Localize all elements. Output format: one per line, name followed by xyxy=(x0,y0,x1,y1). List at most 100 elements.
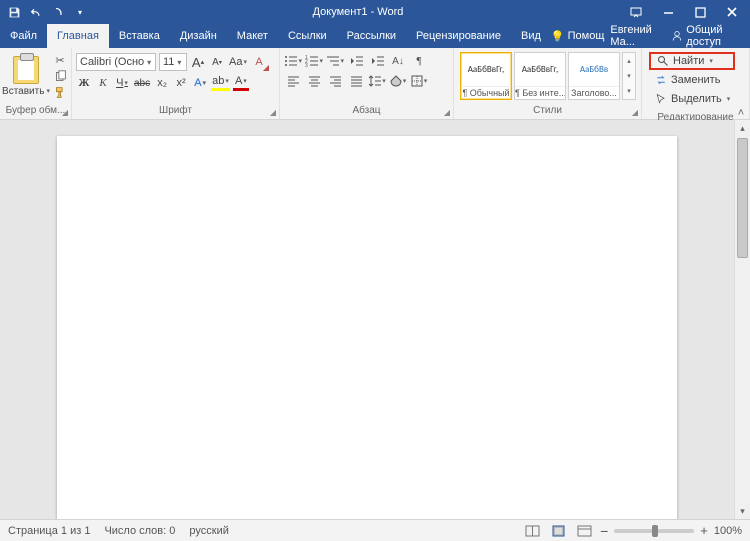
numbering-button[interactable]: 123▾ xyxy=(305,53,323,69)
search-icon xyxy=(656,55,669,68)
replace-label: Заменить xyxy=(671,74,720,86)
print-layout-icon[interactable] xyxy=(548,523,568,539)
qat-customize-icon[interactable]: ▾ xyxy=(72,4,88,20)
highlight-button[interactable]: ab▾ xyxy=(211,75,230,91)
italic-button[interactable]: К xyxy=(95,75,111,91)
page-indicator[interactable]: Страница 1 из 1 xyxy=(8,525,90,537)
style-no-spacing[interactable]: АаБбВвГг, ¶ Без инте... xyxy=(514,52,566,100)
copy-icon[interactable] xyxy=(52,69,68,83)
align-right-button[interactable] xyxy=(326,73,344,89)
show-marks-button[interactable]: ¶ xyxy=(410,53,428,69)
multilevel-list-button[interactable]: ▾ xyxy=(326,53,344,69)
language-indicator[interactable]: русский xyxy=(189,525,228,537)
scroll-thumb[interactable] xyxy=(737,138,748,258)
chevron-down-icon: ▾ xyxy=(177,58,181,67)
strikethrough-button[interactable]: abc xyxy=(133,75,151,91)
signed-in-user[interactable]: Евгений Ма... xyxy=(610,24,665,48)
page-viewport xyxy=(0,120,734,519)
share-icon xyxy=(671,30,683,42)
borders-button[interactable]: ▾ xyxy=(410,73,428,89)
style-name-label: ¶ Обычный xyxy=(461,86,511,99)
cut-icon[interactable]: ✂ xyxy=(52,53,68,67)
ribbon-options-icon[interactable] xyxy=(622,2,650,22)
select-button[interactable]: Выделить ▾ xyxy=(649,90,735,108)
align-center-button[interactable] xyxy=(305,73,323,89)
chevron-up-icon: ▴ xyxy=(623,53,635,68)
group-paragraph: ▾ 123▾ ▾ A↓ ¶ ▾ ▾ ▾ Абзац◢ xyxy=(280,48,454,119)
scroll-down-icon[interactable]: ▾ xyxy=(735,503,750,519)
dialog-launcher-icon[interactable]: ◢ xyxy=(62,108,68,117)
tab-layout[interactable]: Макет xyxy=(227,24,278,48)
font-color-button[interactable]: A▾ xyxy=(233,75,249,91)
redo-icon[interactable] xyxy=(50,4,66,20)
scroll-up-icon[interactable]: ▴ xyxy=(735,120,750,136)
close-button[interactable] xyxy=(718,2,746,22)
bullets-button[interactable]: ▾ xyxy=(284,53,302,69)
paste-button[interactable]: Вставить▾ xyxy=(4,50,48,102)
tab-review[interactable]: Рецензирование xyxy=(406,24,511,48)
web-layout-icon[interactable] xyxy=(574,523,594,539)
document-page[interactable] xyxy=(57,136,677,519)
shrink-font-button[interactable]: A▾ xyxy=(209,54,225,70)
chevron-down-icon: ▾ xyxy=(709,57,713,65)
format-painter-icon[interactable] xyxy=(52,85,68,99)
justify-button[interactable] xyxy=(347,73,365,89)
replace-icon xyxy=(654,74,667,87)
font-size-combo[interactable]: 11▾ xyxy=(159,53,187,71)
maximize-button[interactable] xyxy=(686,2,714,22)
shading-button[interactable]: ▾ xyxy=(389,73,407,89)
vertical-scrollbar[interactable]: ▴ ▾ xyxy=(734,120,750,519)
clear-formatting-button[interactable]: A◢ xyxy=(251,54,267,70)
replace-button[interactable]: Заменить xyxy=(649,71,735,89)
style-normal[interactable]: АаБбВвГг, ¶ Обычный xyxy=(460,52,512,100)
read-mode-icon[interactable] xyxy=(522,523,542,539)
minimize-button[interactable] xyxy=(654,2,682,22)
tab-design[interactable]: Дизайн xyxy=(170,24,227,48)
sort-button[interactable]: A↓ xyxy=(389,53,407,69)
find-button[interactable]: Найти ▾ xyxy=(649,52,735,70)
tab-insert[interactable]: Вставка xyxy=(109,24,170,48)
word-count[interactable]: Число слов: 0 xyxy=(104,525,175,537)
scroll-track[interactable] xyxy=(735,260,750,503)
tell-me-label: Помощ xyxy=(568,30,605,42)
dialog-launcher-icon[interactable]: ◢ xyxy=(270,108,276,117)
zoom-level[interactable]: 100% xyxy=(714,525,742,537)
style-name-label: ¶ Без инте... xyxy=(515,86,565,99)
collapse-ribbon-icon[interactable]: ˄ xyxy=(734,107,748,119)
change-case-button[interactable]: Aa▾ xyxy=(228,54,248,70)
zoom-out-button[interactable]: − xyxy=(600,523,608,539)
tab-mailings[interactable]: Рассылки xyxy=(337,24,406,48)
font-name-combo[interactable]: Calibri (Осно▾ xyxy=(76,53,156,71)
align-left-button[interactable] xyxy=(284,73,302,89)
zoom-in-button[interactable]: + xyxy=(700,523,708,538)
clear-label: A xyxy=(255,56,262,68)
styles-gallery-more[interactable]: ▴ ▾ ▾ xyxy=(622,52,636,100)
subscript-button[interactable]: x₂ xyxy=(154,75,170,91)
style-preview: АаБбВв xyxy=(569,53,619,86)
window-controls xyxy=(622,2,750,22)
zoom-knob[interactable] xyxy=(652,525,658,537)
tab-file[interactable]: Файл xyxy=(0,24,47,48)
decrease-indent-button[interactable] xyxy=(347,53,365,69)
text-effects-button[interactable]: A▾ xyxy=(192,75,208,91)
undo-icon[interactable] xyxy=(28,4,44,20)
tab-home[interactable]: Главная xyxy=(47,24,109,48)
dialog-launcher-icon[interactable]: ◢ xyxy=(444,108,450,117)
increase-indent-button[interactable] xyxy=(368,53,386,69)
select-label: Выделить xyxy=(671,93,722,105)
chevron-down-icon: ▾ xyxy=(727,95,731,103)
bold-button[interactable]: Ж xyxy=(76,75,92,91)
underline-button[interactable]: Ч▾ xyxy=(114,75,130,91)
zoom-slider[interactable] xyxy=(614,529,694,533)
tab-view[interactable]: Вид xyxy=(511,24,551,48)
superscript-button[interactable]: x² xyxy=(173,75,189,91)
style-heading1[interactable]: АаБбВв Заголово... xyxy=(568,52,620,100)
paste-label: Вставить xyxy=(2,86,44,97)
share-button[interactable]: Общий доступ xyxy=(671,24,742,48)
dialog-launcher-icon[interactable]: ◢ xyxy=(632,108,638,117)
tab-references[interactable]: Ссылки xyxy=(278,24,337,48)
grow-font-button[interactable]: A▴ xyxy=(190,54,206,70)
save-icon[interactable] xyxy=(6,4,22,20)
tell-me[interactable]: 💡 Помощ xyxy=(551,30,604,43)
line-spacing-button[interactable]: ▾ xyxy=(368,73,386,89)
